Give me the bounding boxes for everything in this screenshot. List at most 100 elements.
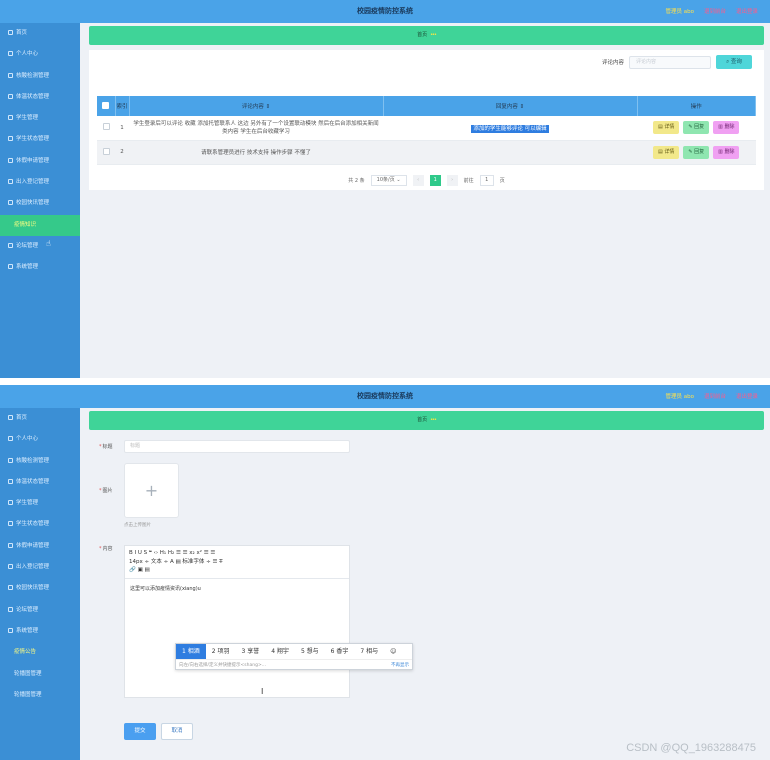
- sidebar-item-students[interactable]: 学生管理: [0, 108, 80, 129]
- sidebar-item-profile[interactable]: 个人中心: [0, 44, 80, 65]
- page-number[interactable]: 1: [429, 175, 441, 186]
- rich-text-editor[interactable]: B I U S ❝ ‹› H₁ H₂ ☰ ☰ x₂ x² ☰ ☰ 14px ÷ …: [124, 545, 350, 698]
- search-input[interactable]: 评论内容: [629, 55, 711, 69]
- prev-page-button[interactable]: ‹: [412, 175, 424, 186]
- comment-list-screen: 校园疫情防控系统 管理员 abo 退到前台 退出登录 首页 个人中心 核酸检测管…: [0, 0, 770, 378]
- goto-input[interactable]: 1: [479, 175, 494, 186]
- sidebar-item-student-status[interactable]: 学生状态管理: [0, 514, 80, 535]
- total-count: 共 2 条: [348, 178, 365, 184]
- cell-index: 2: [115, 140, 129, 165]
- sidebar-item-profile[interactable]: 个人中心: [0, 429, 80, 450]
- front-link[interactable]: 退到前台: [704, 392, 726, 400]
- front-link[interactable]: 退到前台: [704, 7, 726, 15]
- ime-hint: 向左/向右选择/定义并快捷提示<shang>...: [179, 663, 267, 668]
- col-reply[interactable]: 回复内容 ⇕: [383, 96, 638, 116]
- breadcrumb-home[interactable]: 首页: [417, 417, 427, 423]
- reply-button[interactable]: ✎ 回复: [683, 121, 710, 135]
- cancel-button[interactable]: 取消: [161, 723, 193, 740]
- ime-candidate[interactable]: 6 香宇: [325, 644, 355, 659]
- ime-candidate[interactable]: 7 相与: [354, 644, 384, 659]
- list-icon: [8, 115, 13, 121]
- forum-icon: [8, 606, 13, 612]
- sidebar-item-notice[interactable]: 疫情公告: [0, 642, 80, 663]
- sidebar-item-home[interactable]: 首页: [0, 408, 80, 429]
- sidebar-item-forum[interactable]: 论坛管理: [0, 236, 80, 257]
- breadcrumb: 首页 •••: [89, 26, 764, 45]
- ime-candidate[interactable]: 1 相酒: [176, 644, 206, 659]
- ime-candidate-popup[interactable]: 1 相酒 2 项羽 3 享誉 4 翔宇 5 想与 6 香宇 7 相与 ☺ 向左/…: [175, 643, 413, 670]
- next-page-button[interactable]: ›: [446, 175, 458, 186]
- sidebar-item-entry[interactable]: 出入登记管理: [0, 172, 80, 193]
- query-button[interactable]: ⌕ 查询: [716, 55, 752, 69]
- col-comment[interactable]: 评论内容 ⇕: [129, 96, 384, 116]
- sidebar-item-knowledge[interactable]: 疫情知识: [0, 214, 80, 236]
- delete-button[interactable]: ▥ 删除: [713, 145, 740, 159]
- search-label: 评论内容: [601, 60, 624, 66]
- ime-candidate[interactable]: 5 想与: [295, 644, 325, 659]
- home-icon: [8, 30, 13, 35]
- sidebar-item-nucleic[interactable]: 核酸检测管理: [0, 66, 80, 87]
- sidebar-item-system[interactable]: 系统管理: [0, 257, 80, 278]
- list-icon: [8, 521, 13, 527]
- plus-icon: +: [144, 481, 159, 500]
- sidebar-item-forum[interactable]: 论坛管理: [0, 600, 80, 621]
- sidebar: 首页 个人中心 核酸检测管理 体温状态管理 学生管理 学生状态管理 休假申请管理…: [0, 23, 80, 378]
- sidebar-item-temperature[interactable]: 体温状态管理: [0, 87, 80, 108]
- main-content: 首页 ••• *标题 标题 *图片 + 点击上传图片 *内容 B I U S ❝ …: [80, 408, 770, 760]
- toolbar-row-1: B I U S ❝ ‹› H₁ H₂ ☰ ☰ x₂ x² ☰ ☰: [129, 550, 216, 556]
- table-row: 1 学生登录后可以评论 收藏 添加托管联系人 这边 另外有了一个设置联动模块 然…: [97, 116, 756, 141]
- home-icon: [8, 415, 13, 420]
- ime-candidate[interactable]: 2 项羽: [206, 644, 236, 659]
- cell-comment: 请联系管理员进行 技术支持 操作步骤 不懂了: [129, 140, 383, 165]
- ime-candidate[interactable]: 3 享誉: [235, 644, 265, 659]
- breadcrumb-home[interactable]: 首页: [417, 32, 427, 38]
- content-label: *内容: [99, 546, 113, 552]
- image-upload[interactable]: +: [124, 463, 179, 518]
- ime-candidate[interactable]: 4 翔宇: [265, 644, 295, 659]
- system-title: 校园疫情防控系统: [357, 392, 413, 400]
- sidebar-item-home[interactable]: 首页: [0, 23, 80, 44]
- emoji-icon[interactable]: ☺: [384, 644, 402, 659]
- delete-button[interactable]: ▥ 删除: [713, 121, 740, 135]
- reply-button[interactable]: ✎ 回复: [683, 145, 710, 159]
- sidebar-item-system[interactable]: 系统管理: [0, 621, 80, 642]
- cell-index: 1: [115, 116, 129, 141]
- cell-reply: [383, 140, 637, 165]
- select-all-checkbox[interactable]: [97, 96, 116, 116]
- submit-button[interactable]: 提交: [124, 723, 156, 740]
- breadcrumb: 首页 •••: [89, 411, 764, 430]
- ime-hide-link[interactable]: 不再显示: [391, 660, 409, 671]
- sidebar-item-carousel[interactable]: 轮播图管理: [0, 664, 80, 685]
- list-icon: [8, 93, 13, 99]
- pagination: 共 2 条 10条/页 ⌄ ‹ 1 › 前往 1 页: [89, 175, 764, 186]
- sidebar-item-nucleic[interactable]: 核酸检测管理: [0, 451, 80, 472]
- title-input[interactable]: 标题: [124, 440, 350, 453]
- row-checkbox[interactable]: [97, 140, 115, 165]
- editor-text[interactable]: 这里可以添加疫情资讯(xiang)u: [130, 585, 201, 592]
- cell-comment: 学生登录后可以评论 收藏 添加托管联系人 这边 另外有了一个设置联动模块 然后在…: [129, 116, 383, 141]
- sidebar-item-news[interactable]: 校园快讯管理: [0, 193, 80, 214]
- detail-button[interactable]: ▤ 详情: [653, 121, 680, 135]
- sidebar-item-temperature[interactable]: 体温状态管理: [0, 472, 80, 493]
- sidebar-item-news[interactable]: 校园快讯管理: [0, 578, 80, 599]
- main-content: 首页 ••• 评论内容 评论内容 ⌕ 查询 索引 评论内容 ⇕ 回复内容 ⇕ 操作…: [80, 23, 770, 378]
- list-icon: [8, 542, 13, 548]
- editor-toolbar[interactable]: B I U S ❝ ‹› H₁ H₂ ☰ ☰ x₂ x² ☰ ☰ 14px ÷ …: [125, 546, 349, 579]
- hand-cursor-icon: ☝: [46, 239, 51, 248]
- row-checkbox[interactable]: [97, 116, 115, 141]
- title-label: *标题: [99, 444, 113, 450]
- detail-button[interactable]: ▤ 详情: [653, 145, 680, 159]
- sidebar-item-students[interactable]: 学生管理: [0, 493, 80, 514]
- sidebar-item-leave[interactable]: 休假申请管理: [0, 151, 80, 172]
- logout-link[interactable]: 退出登录: [736, 7, 758, 15]
- sidebar-item-student-status[interactable]: 学生状态管理: [0, 129, 80, 150]
- notice-form-screen: 校园疫情防控系统 管理员 abo 退到前台 退出登录 首页 个人中心 核酸检测管…: [0, 385, 770, 760]
- list-icon: [8, 179, 13, 185]
- text-cursor-icon: I: [261, 687, 264, 696]
- sidebar-item-leave[interactable]: 休假申请管理: [0, 536, 80, 557]
- toolbar-row-3: 🔗 ▣ ▤: [129, 567, 150, 573]
- sidebar-item-carousel-2[interactable]: 轮播图管理: [0, 685, 80, 706]
- page-size-select[interactable]: 10条/页 ⌄: [370, 175, 407, 186]
- sidebar-item-entry[interactable]: 出入登记管理: [0, 557, 80, 578]
- logout-link[interactable]: 退出登录: [736, 392, 758, 400]
